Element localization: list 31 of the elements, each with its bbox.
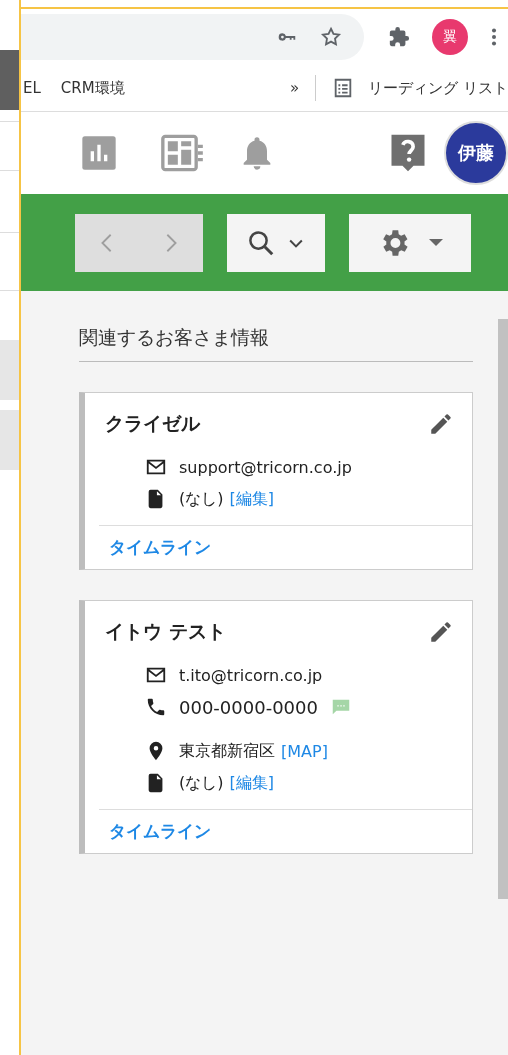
caret-icon [429, 239, 443, 246]
timeline-link[interactable]: タイムライン [109, 537, 211, 557]
reading-list-label[interactable]: リーディング リスト [368, 78, 508, 98]
dashboard-icon[interactable] [159, 133, 205, 173]
bookmark[interactable]: EL [23, 79, 41, 97]
user-avatar[interactable]: 伊藤 [444, 121, 508, 185]
profile-avatar[interactable]: 翼 [432, 19, 468, 55]
email-address: t.ito@tricorn.co.jp [179, 665, 323, 685]
search-menu-button[interactable] [227, 213, 325, 272]
customer-name: クライゼル [105, 411, 200, 436]
bookmarks-overflow[interactable]: » [290, 79, 300, 97]
more-menu-icon[interactable] [490, 26, 498, 48]
puzzle-icon[interactable] [388, 26, 410, 48]
customer-name: イトウ テスト [105, 619, 226, 644]
settings-menu-button[interactable] [349, 213, 471, 272]
section-title: 関連するお客さま情報 [79, 325, 473, 362]
phone-icon [145, 696, 167, 718]
star-icon[interactable] [320, 26, 342, 48]
bookmark[interactable]: CRM環境 [60, 78, 125, 98]
email-address: support@tricorn.co.jp [179, 457, 352, 477]
map-link[interactable]: [MAP] [281, 741, 328, 761]
phone-number: 000-0000-0000 [179, 696, 318, 718]
edit-link[interactable]: [編集] [229, 488, 274, 510]
bar-chart-icon[interactable] [79, 133, 119, 173]
note-text: (なし) [179, 488, 224, 510]
timeline-link[interactable]: タイムライン [109, 821, 211, 841]
pencil-icon[interactable] [428, 411, 454, 437]
edit-link[interactable]: [編集] [229, 772, 274, 794]
note-text: (なし) [179, 772, 224, 794]
address-text: 東京都新宿区 [179, 740, 275, 762]
pencil-icon[interactable] [428, 619, 454, 645]
